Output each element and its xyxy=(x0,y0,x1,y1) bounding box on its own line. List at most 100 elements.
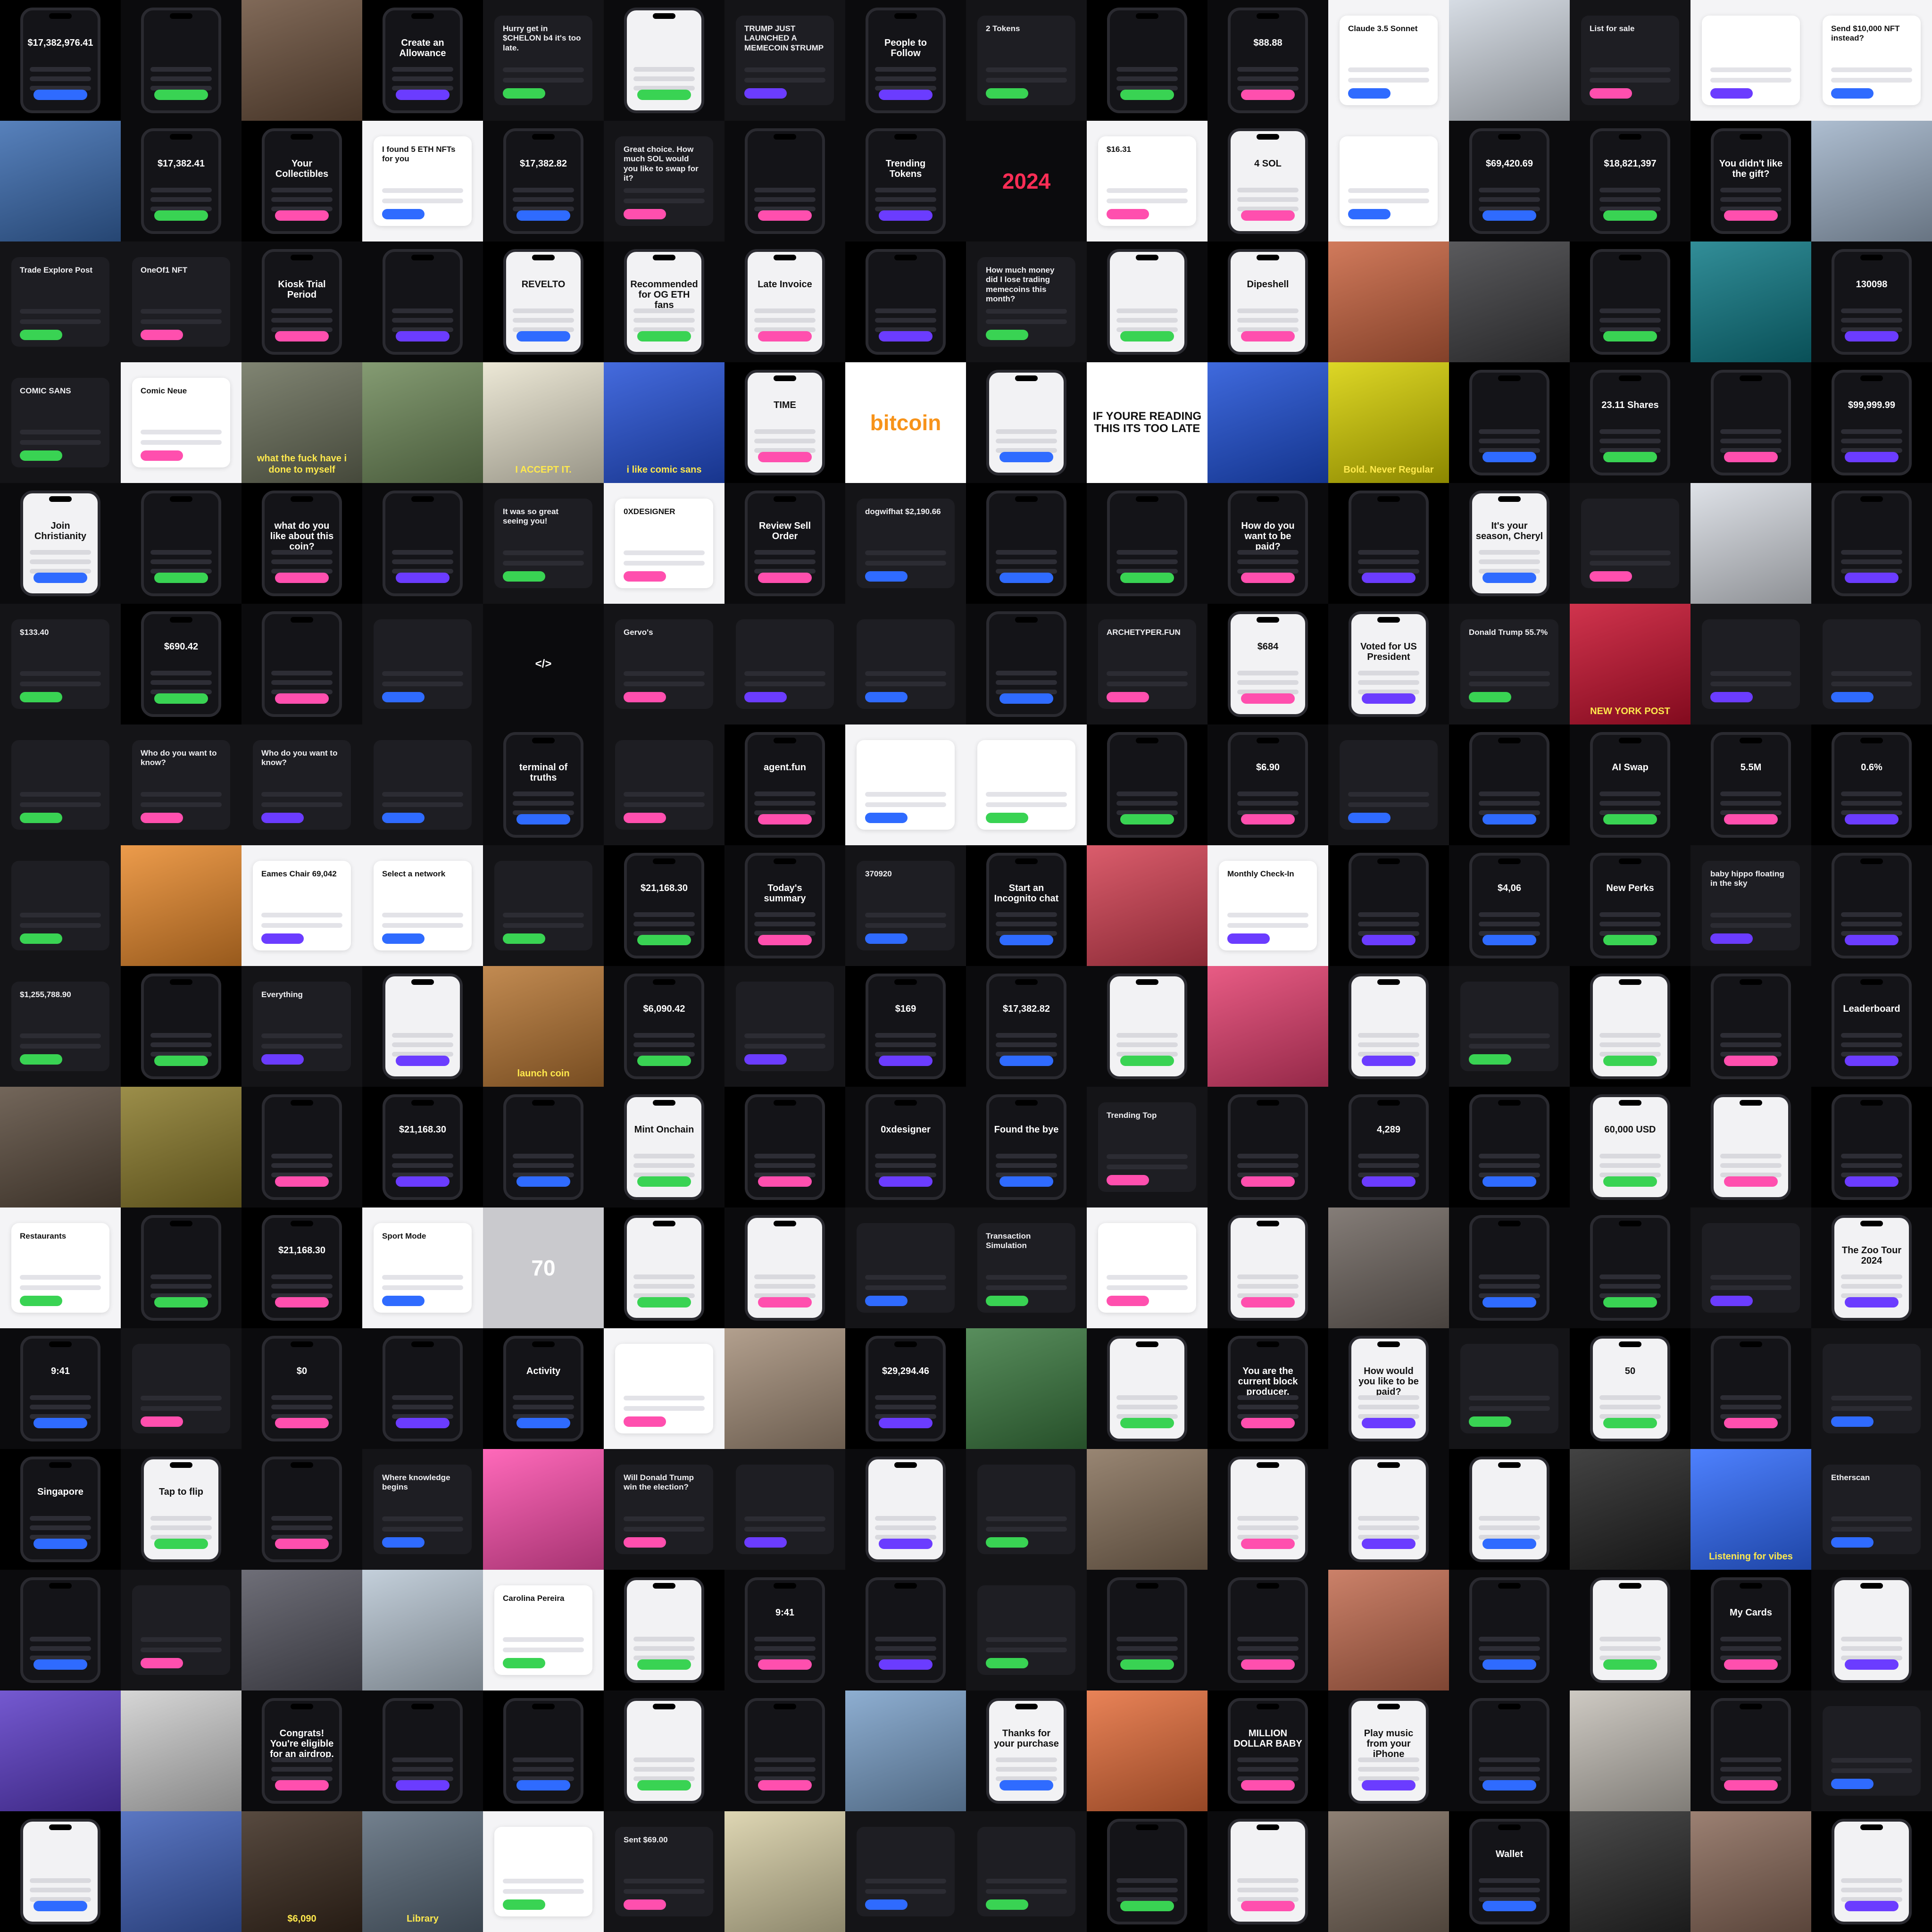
collage-tile[interactable]: $21,168.30 xyxy=(242,1208,362,1328)
collage-tile[interactable] xyxy=(1328,724,1449,845)
collage-tile[interactable] xyxy=(1087,0,1208,121)
collage-tile[interactable]: Congrats! You're eligible for an airdrop… xyxy=(242,1690,362,1811)
collage-tile[interactable]: 2024 xyxy=(966,121,1087,242)
collage-tile[interactable]: People to Follow xyxy=(845,0,966,121)
collage-tile[interactable]: $1,255,788.90 xyxy=(0,966,121,1087)
collage-tile[interactable]: Claude 3.5 Sonnet xyxy=(1328,0,1449,121)
collage-tile[interactable] xyxy=(1208,1570,1328,1690)
collage-tile[interactable]: The Zoo Tour 2024 xyxy=(1811,1208,1932,1328)
collage-tile[interactable]: $69,420.69 xyxy=(1449,121,1570,242)
collage-tile[interactable] xyxy=(362,483,483,604)
collage-tile[interactable] xyxy=(1811,121,1932,242)
collage-tile[interactable] xyxy=(1690,966,1811,1087)
collage-tile[interactable]: Your Collectibles xyxy=(242,121,362,242)
collage-tile[interactable]: Voted for US President xyxy=(1328,604,1449,724)
collage-tile[interactable] xyxy=(1811,483,1932,604)
collage-tile[interactable] xyxy=(1328,121,1449,242)
collage-tile[interactable]: $169 xyxy=(845,966,966,1087)
collage-tile[interactable] xyxy=(966,724,1087,845)
collage-tile[interactable]: Tap to flip xyxy=(121,1449,242,1570)
collage-tile[interactable] xyxy=(121,1328,242,1449)
collage-tile[interactable] xyxy=(1449,362,1570,483)
collage-tile[interactable]: Leaderboard xyxy=(1811,966,1932,1087)
collage-tile[interactable]: Review Sell Order xyxy=(724,483,845,604)
collage-tile[interactable] xyxy=(724,1690,845,1811)
collage-tile[interactable] xyxy=(121,1087,242,1208)
collage-tile[interactable]: i like comic sans xyxy=(604,362,724,483)
collage-tile[interactable]: NEW YORK POST xyxy=(1570,604,1690,724)
collage-tile[interactable] xyxy=(1328,1811,1449,1932)
collage-tile[interactable]: $4,06 xyxy=(1449,845,1570,966)
collage-tile[interactable] xyxy=(362,724,483,845)
collage-tile[interactable]: $29,294.46 xyxy=(845,1328,966,1449)
collage-tile[interactable]: 9:41 xyxy=(0,1328,121,1449)
collage-tile[interactable]: Bold. Never Regular xyxy=(1328,362,1449,483)
collage-tile[interactable] xyxy=(1449,1449,1570,1570)
collage-tile[interactable] xyxy=(966,1449,1087,1570)
collage-tile[interactable]: Sent $69.00 xyxy=(604,1811,724,1932)
collage-tile[interactable]: AI Swap xyxy=(1570,724,1690,845)
collage-tile[interactable] xyxy=(1811,1570,1932,1690)
collage-tile[interactable]: Send $10,000 NFT instead? xyxy=(1811,0,1932,121)
collage-tile[interactable] xyxy=(1811,1087,1932,1208)
collage-tile[interactable]: $21,168.30 xyxy=(604,845,724,966)
collage-tile[interactable] xyxy=(966,362,1087,483)
collage-tile[interactable] xyxy=(966,1811,1087,1932)
collage-tile[interactable] xyxy=(724,1208,845,1328)
collage-tile[interactable] xyxy=(966,604,1087,724)
collage-tile[interactable]: $21,168.30 xyxy=(362,1087,483,1208)
collage-tile[interactable]: $133.40 xyxy=(0,604,121,724)
collage-tile[interactable] xyxy=(1570,1449,1690,1570)
collage-tile[interactable]: Mint Onchain xyxy=(604,1087,724,1208)
collage-tile[interactable] xyxy=(1208,1811,1328,1932)
collage-tile[interactable]: Donald Trump 55.7% xyxy=(1449,604,1570,724)
collage-tile[interactable] xyxy=(0,1811,121,1932)
collage-tile[interactable]: baby hippo floating in the sky xyxy=(1690,845,1811,966)
collage-tile[interactable]: List for sale xyxy=(1570,0,1690,121)
collage-tile[interactable]: Etherscan xyxy=(1811,1449,1932,1570)
collage-tile[interactable] xyxy=(1449,1087,1570,1208)
collage-tile[interactable] xyxy=(724,604,845,724)
collage-tile[interactable]: Who do you want to know? xyxy=(121,724,242,845)
collage-tile[interactable] xyxy=(724,1328,845,1449)
collage-tile[interactable]: Restaurants xyxy=(0,1208,121,1328)
collage-tile[interactable]: $17,382.82 xyxy=(483,121,604,242)
collage-tile[interactable] xyxy=(242,0,362,121)
collage-tile[interactable]: New Perks xyxy=(1570,845,1690,966)
collage-tile[interactable] xyxy=(1087,1449,1208,1570)
collage-tile[interactable] xyxy=(0,1570,121,1690)
collage-tile[interactable]: How much money did I lose trading memeco… xyxy=(966,242,1087,362)
collage-tile[interactable]: agent.fun xyxy=(724,724,845,845)
collage-tile[interactable]: Comic Neue xyxy=(121,362,242,483)
collage-tile[interactable] xyxy=(1208,362,1328,483)
collage-tile[interactable]: It was so great seeing you! xyxy=(483,483,604,604)
collage-tile[interactable] xyxy=(845,1811,966,1932)
collage-tile[interactable]: My Cards xyxy=(1690,1570,1811,1690)
collage-tile[interactable] xyxy=(0,1690,121,1811)
collage-tile[interactable] xyxy=(1690,362,1811,483)
collage-tile[interactable]: bitcoin xyxy=(845,362,966,483)
collage-tile[interactable]: 70 xyxy=(483,1208,604,1328)
collage-tile[interactable] xyxy=(966,1570,1087,1690)
collage-tile[interactable] xyxy=(1811,1690,1932,1811)
collage-tile[interactable] xyxy=(1811,604,1932,724)
collage-tile[interactable] xyxy=(1328,1449,1449,1570)
collage-tile[interactable] xyxy=(0,845,121,966)
collage-tile[interactable] xyxy=(483,1087,604,1208)
collage-tile[interactable]: Great choice. How much SOL would you lik… xyxy=(604,121,724,242)
collage-tile[interactable] xyxy=(1328,845,1449,966)
collage-tile[interactable]: TRUMP JUST LAUNCHED A MEMECOIN $TRUMP xyxy=(724,0,845,121)
collage-tile[interactable] xyxy=(1087,1208,1208,1328)
collage-tile[interactable]: IF YOURE READING THIS ITS TOO LATE xyxy=(1087,362,1208,483)
collage-tile[interactable]: 60,000 USD xyxy=(1570,1087,1690,1208)
collage-tile[interactable]: Start an Incognito chat xyxy=(966,845,1087,966)
collage-tile[interactable]: $99,999.99 xyxy=(1811,362,1932,483)
collage-tile[interactable] xyxy=(1690,1208,1811,1328)
collage-tile[interactable] xyxy=(1208,966,1328,1087)
collage-tile[interactable] xyxy=(604,0,724,121)
collage-tile[interactable]: Who do you want to know? xyxy=(242,724,362,845)
collage-tile[interactable] xyxy=(845,1690,966,1811)
collage-tile[interactable] xyxy=(1570,242,1690,362)
collage-tile[interactable]: terminal of truths xyxy=(483,724,604,845)
collage-tile[interactable]: ARCHETYPER.FUN xyxy=(1087,604,1208,724)
